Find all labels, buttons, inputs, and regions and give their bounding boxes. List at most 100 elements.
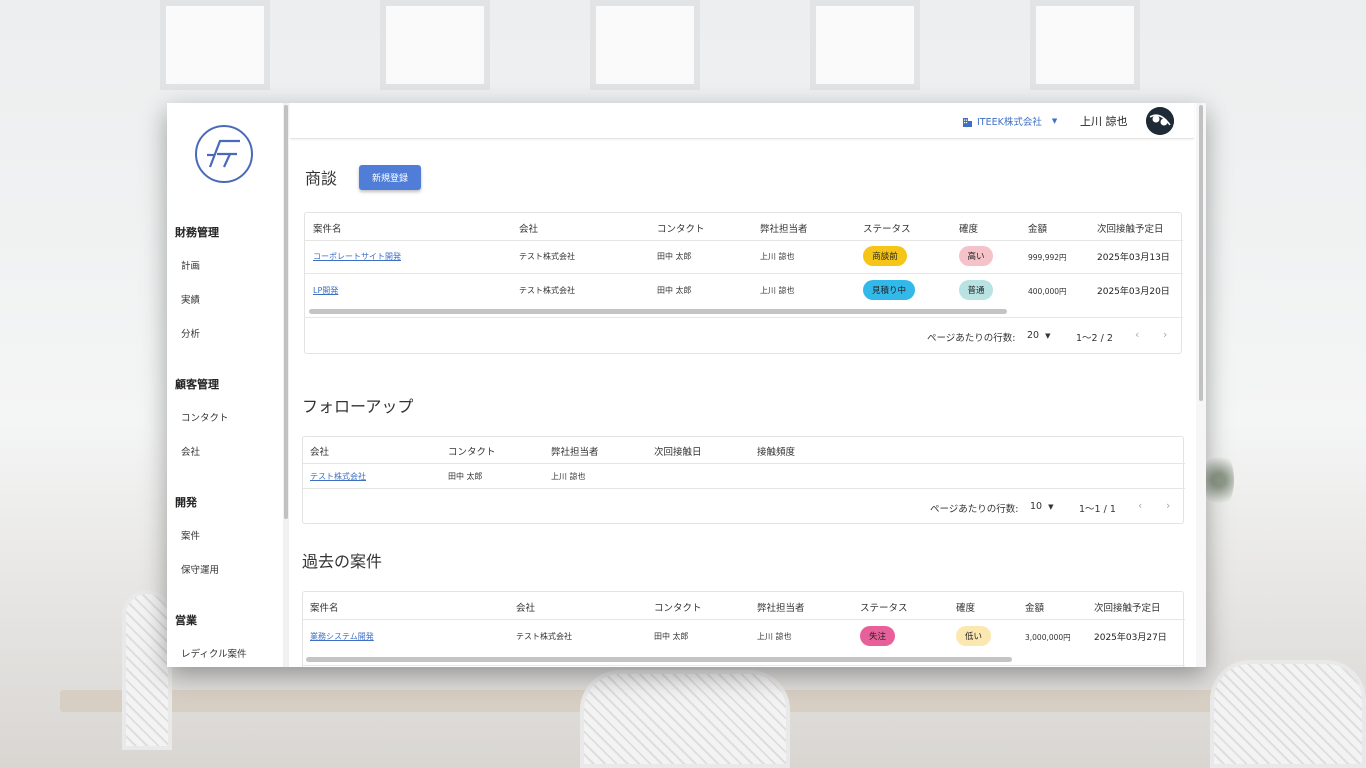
past-project-company: テスト株式会社 [516,632,572,641]
nav-item-results[interactable]: 実績 [181,292,200,306]
nav-item-analysis[interactable]: 分析 [181,326,200,340]
confidence-badge: 高い [959,246,993,266]
row-divider [303,619,1185,620]
column-header[interactable]: コンタクト [448,444,496,458]
background-plant [1204,450,1234,510]
page-range: 1〜1 / 1 [1079,504,1116,515]
avatar[interactable] [1146,107,1174,135]
deal-amount: 999,992円 [1028,253,1067,262]
company-logo-icon[interactable] [193,123,255,185]
deal-contact: 田中 太郎 [657,286,692,295]
sidebar-scrollbar-thumb[interactable] [284,105,288,519]
deal-owner: 上川 諒也 [760,286,795,295]
column-header[interactable]: 接触頻度 [757,444,795,458]
status-badge: 見積り中 [863,280,915,300]
row-divider [305,273,1183,274]
deal-company: テスト株式会社 [519,286,575,295]
past-project-amount: 3,000,000円 [1025,633,1071,642]
nav-item-redicle-projects[interactable]: レディクル案件 [181,646,247,660]
past-projects-table: 案件名 会社 コンタクト 弊社担当者 ステータス 確度 金額 次回接触予定日 業… [302,591,1185,667]
row-divider [303,488,1185,489]
column-header[interactable]: 弊社担当者 [757,600,805,614]
column-header[interactable]: 次回接触日 [654,444,702,458]
deal-company: テスト株式会社 [519,252,575,261]
column-header[interactable]: 確度 [959,221,978,235]
column-header[interactable]: 会社 [519,221,538,235]
background-window [160,0,270,90]
chevron-left-icon[interactable]: ‹ [1138,499,1142,512]
column-header[interactable]: 案件名 [310,600,339,614]
top-bar: ITEEK株式会社 ▼ 上川 諒也 [290,103,1194,139]
new-deal-button[interactable]: 新規登録 [359,165,421,190]
row-divider [303,463,1185,464]
followup-title: フォローアップ [302,397,414,416]
column-header[interactable]: 確度 [956,600,975,614]
followup-company-link[interactable]: テスト株式会社 [310,471,366,482]
company-name: ITEEK株式会社 [977,117,1042,128]
main-scrollbar[interactable] [1196,103,1206,667]
deal-amount: 400,000円 [1028,287,1067,296]
background-chair [122,590,172,750]
main-content: ITEEK株式会社 ▼ 上川 諒也 商談 新規登録 案件名 会社 コンタクト 弊… [290,103,1194,667]
horizontal-scrollbar[interactable] [306,657,1012,662]
deal-next-date: 2025年03月20日 [1097,287,1170,297]
nav-section-customers: 顧客管理 [175,378,219,391]
nav-item-companies[interactable]: 会社 [181,444,200,458]
followup-owner: 上川 諒也 [551,472,586,481]
status-badge: 商談前 [863,246,907,266]
sidebar-scrollbar[interactable] [283,103,289,667]
background-window [810,0,920,90]
rows-per-page-value: 10 [1030,501,1043,512]
main-scrollbar-thumb[interactable] [1199,105,1203,401]
past-project-contact: 田中 太郎 [654,632,689,641]
background-window [590,0,700,90]
past-project-owner: 上川 諒也 [757,632,792,641]
caret-down-icon: ▼ [1048,502,1054,511]
nav-section-sales: 営業 [175,614,197,627]
rows-per-page-select[interactable]: 10 ▼ [1030,501,1053,512]
past-project-name-link[interactable]: 業務システム開発 [310,631,374,642]
nav-item-contacts[interactable]: コンタクト [181,410,229,424]
column-header[interactable]: 会社 [516,600,535,614]
rows-per-page-label: ページあたりの行数: [930,504,1019,515]
deal-name-link[interactable]: LP開発 [313,285,338,296]
status-badge: 失注 [860,626,895,646]
column-header[interactable]: 金額 [1025,600,1044,614]
company-switcher[interactable]: ITEEK株式会社 ▼ [962,114,1057,128]
rows-per-page-label: ページあたりの行数: [927,333,1016,344]
user-name: 上川 諒也 [1080,115,1128,128]
column-header[interactable]: ステータス [863,221,911,235]
rows-per-page-select[interactable]: 20 ▼ [1027,330,1050,341]
nav-item-plan[interactable]: 計画 [181,258,200,272]
column-header[interactable]: 案件名 [313,221,342,235]
nav-item-projects[interactable]: 案件 [181,528,200,542]
column-header[interactable]: 次回接触予定日 [1094,600,1161,614]
column-header[interactable]: 弊社担当者 [760,221,808,235]
app-window: 財務管理 計画 実績 分析 顧客管理 コンタクト 会社 開発 案件 保守運用 営… [167,103,1206,667]
chevron-left-icon[interactable]: ‹ [1135,328,1139,341]
row-divider [305,317,1183,318]
column-header[interactable]: 次回接触予定日 [1097,221,1164,235]
chevron-right-icon[interactable]: › [1166,499,1170,512]
column-header[interactable]: 会社 [310,444,329,458]
column-header[interactable]: コンタクト [654,600,702,614]
nav-item-maintenance[interactable]: 保守運用 [181,562,219,576]
column-header[interactable]: 弊社担当者 [551,444,599,458]
nav-section-finance: 財務管理 [175,226,219,239]
caret-down-icon: ▼ [1051,117,1058,125]
chevron-right-icon[interactable]: › [1163,328,1167,341]
building-icon [963,117,972,127]
background-chair [580,670,790,768]
deal-name-link[interactable]: コーポレートサイト開発 [313,251,401,262]
deal-owner: 上川 諒也 [760,252,795,261]
column-header[interactable]: ステータス [860,600,908,614]
background-window [380,0,490,90]
deals-table: 案件名 会社 コンタクト 弊社担当者 ステータス 確度 金額 次回接触予定日 コ… [304,212,1183,354]
horizontal-scrollbar[interactable] [309,309,1007,314]
background-chair [1210,660,1366,768]
followup-table: 会社 コンタクト 弊社担当者 次回接触日 接触頻度 テスト株式会社 田中 太郎 … [302,436,1185,524]
column-header[interactable]: 金額 [1028,221,1047,235]
caret-down-icon: ▼ [1045,331,1051,340]
nav-section-development: 開発 [175,496,197,509]
column-header[interactable]: コンタクト [657,221,705,235]
